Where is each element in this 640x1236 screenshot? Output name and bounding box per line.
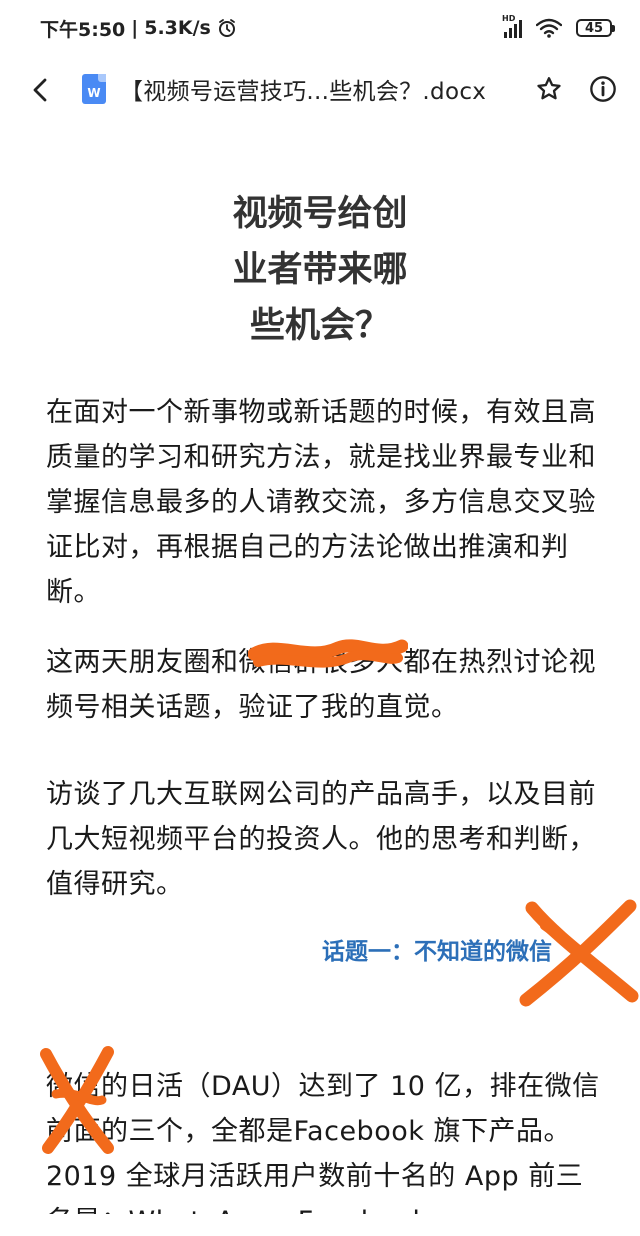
paragraph-1: 在面对一个新事物或新话题的时候，有效且高质量的学习和研究方法，就是找业界最专业和… bbox=[46, 397, 596, 608]
alarm-icon bbox=[218, 19, 235, 37]
status-time: 下午5:50 bbox=[40, 18, 126, 41]
doc-type-badge: W bbox=[87, 86, 101, 100]
status-right: HD 45 bbox=[502, 14, 615, 38]
document-title: 【视频号运营技巧...些机会？.docx bbox=[120, 79, 487, 105]
app-bar: W 【视频号运营技巧...些机会？.docx bbox=[0, 58, 640, 122]
battery-level: 45 bbox=[584, 20, 604, 36]
word-doc-icon: W bbox=[82, 74, 106, 104]
battery-icon: 45 bbox=[576, 19, 615, 37]
wifi-icon bbox=[536, 18, 562, 38]
paragraph-4: 微信的日活（DAU）达到了 10 亿，排在微信前面的三个，全都是Facebook… bbox=[46, 1071, 600, 1214]
heading-line-3: 些机会？ bbox=[249, 306, 390, 346]
topic-heading: 话题一：不知道的微信 bbox=[322, 939, 552, 965]
back-button[interactable] bbox=[24, 74, 56, 106]
favorite-button[interactable] bbox=[532, 72, 566, 106]
signal-icon: HD bbox=[502, 14, 522, 38]
status-separator: | bbox=[131, 17, 139, 39]
heading-line-2: 业者带来哪 bbox=[232, 250, 408, 290]
status-net-speed: 5.3K/s bbox=[144, 17, 211, 39]
hd-label: HD bbox=[502, 14, 516, 23]
info-icon bbox=[590, 76, 616, 102]
back-arrow-icon bbox=[33, 78, 47, 102]
info-button[interactable] bbox=[586, 72, 620, 106]
heading-line-1: 视频号给创 bbox=[232, 194, 408, 234]
paragraph-2: 这两天朋友圈和微信群很多人都在热烈讨论视频号相关话题，验证了我的直觉。 bbox=[46, 647, 596, 723]
paragraph-3: 访谈了几大互联网公司的产品高手，以及目前几大短视频平台的投资人。他的思考和判断，… bbox=[46, 779, 596, 900]
status-left: 下午5:50 | 5.3K/s bbox=[40, 15, 237, 42]
document-heading: 视频号给创 业者带来哪 些机会？ bbox=[200, 186, 440, 354]
status-bar: 下午5:50 | 5.3K/s HD 45 bbox=[0, 0, 640, 56]
star-outline-icon bbox=[537, 77, 561, 100]
